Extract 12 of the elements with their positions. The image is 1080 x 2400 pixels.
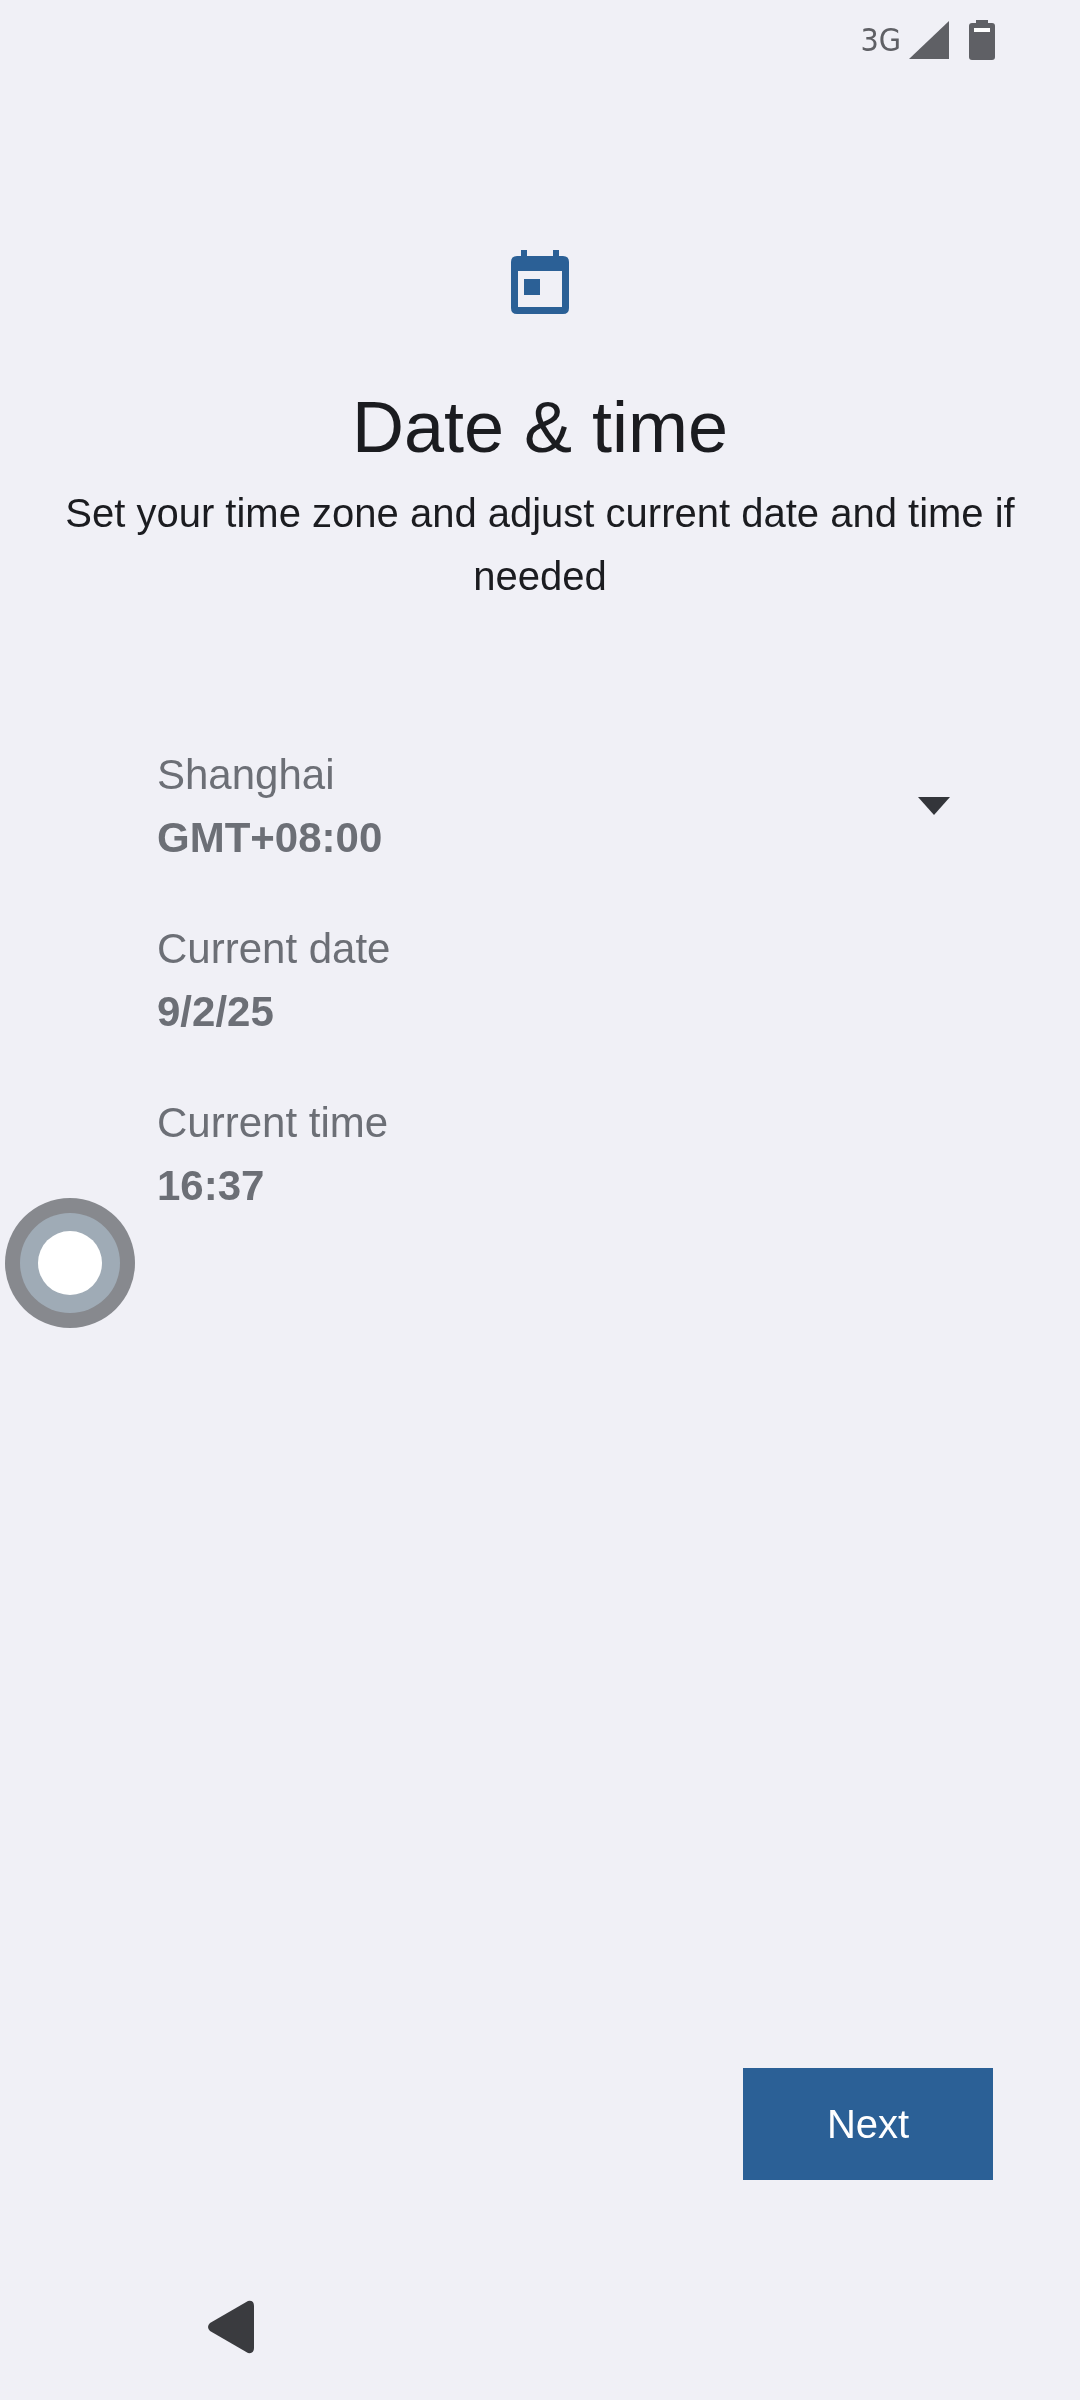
page-title: Date & time xyxy=(351,386,729,469)
setting-item[interactable]: Current time 16:37 xyxy=(157,1091,950,1217)
next-button[interactable]: Next xyxy=(743,2068,993,2180)
page-subtitle: Set your time zone and adjust current date and time if needed xyxy=(64,490,1016,600)
signal-icon xyxy=(909,21,949,59)
time-zone-dropdown[interactable]: Shanghai GMT+08:00 xyxy=(157,743,950,869)
setting-item[interactable]: Current date 9/2/25 xyxy=(157,917,950,1043)
calendar-icon xyxy=(511,250,569,314)
dropdown-arrow-icon xyxy=(918,797,950,815)
network-type-label: 3G xyxy=(860,21,901,59)
back-icon[interactable] xyxy=(206,2300,254,2354)
battery-icon xyxy=(969,20,995,60)
